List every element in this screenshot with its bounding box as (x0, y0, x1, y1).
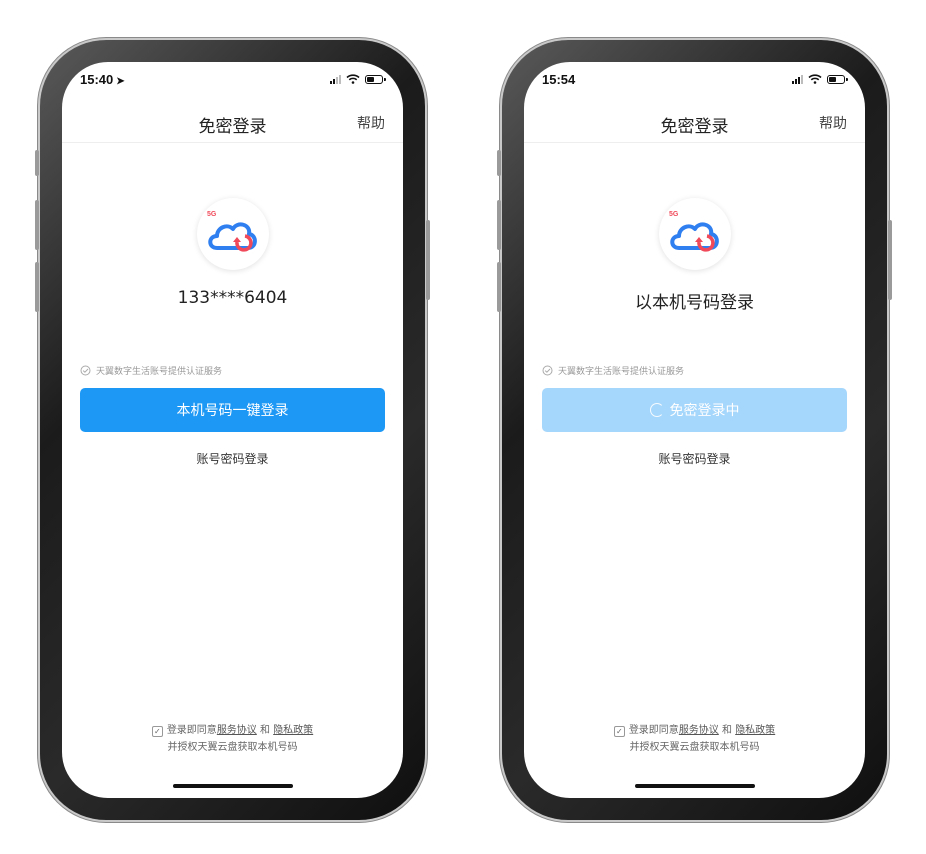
cloud-logo-icon: 5G (207, 211, 257, 252)
service-agreement-link[interactable]: 服务协议 (679, 725, 719, 736)
agreement-notice: ✓ 登录即同意服务协议 和 隐私政策 并授权天翼云盘获取本机号码 (62, 722, 403, 756)
volume-down-button (497, 262, 501, 312)
login-with-number-title: 以本机号码登录 (635, 293, 754, 313)
help-link[interactable]: 帮助 (819, 113, 847, 133)
home-indicator[interactable] (172, 784, 293, 788)
authorize-text: 并授权天翼云盘获取本机号码 (167, 742, 298, 753)
cellular-signal-icon (792, 74, 803, 84)
one-click-login-button[interactable]: 本机号码一键登录 (80, 388, 385, 432)
power-button (888, 220, 892, 300)
wifi-icon (346, 74, 360, 84)
privacy-policy-link[interactable]: 隐私政策 (735, 725, 775, 736)
provider-notice: 天翼数字生活账号提供认证服务 (542, 364, 684, 377)
home-indicator[interactable] (634, 784, 755, 788)
provider-notice: 天翼数字生活账号提供认证服务 (80, 364, 222, 377)
page-title: 免密登录 (660, 117, 729, 137)
agree-prefix: 登录即同意 (628, 725, 679, 736)
location-arrow-icon: ➤ (116, 76, 125, 87)
agree-prefix: 登录即同意 (166, 725, 217, 736)
battery-icon (365, 74, 386, 84)
status-time: 15:40 ➤ (80, 72, 125, 87)
password-login-link[interactable]: 账号密码登录 (524, 450, 865, 467)
nav-bar: 免密登录 帮助 (62, 102, 403, 143)
one-click-login-label: 本机号码一键登录 (176, 403, 289, 419)
nav-bar: 免密登录 帮助 (524, 102, 865, 143)
cloud-logo-icon: 5G (669, 211, 719, 252)
logo-badge: 5G (207, 211, 217, 218)
app-logo: 5G (658, 198, 731, 270)
shield-check-icon (542, 365, 553, 376)
one-click-login-button-loading[interactable]: 免密登录中 (542, 388, 847, 432)
app-logo: 5G (196, 198, 269, 270)
and-text: 和 (260, 725, 270, 736)
status-bar: 15:54 (524, 62, 865, 102)
authorize-text: 并授权天翼云盘获取本机号码 (629, 742, 760, 753)
agreement-notice: ✓ 登录即同意服务协议 和 隐私政策 并授权天翼云盘获取本机号码 (524, 722, 865, 756)
phone-frame-left: 15:40 ➤ 免密登录 帮助 5G 133****6404 天翼数字生活账号提供… (35, 40, 430, 820)
mute-switch (35, 150, 39, 176)
cellular-signal-icon (330, 74, 341, 84)
privacy-policy-link[interactable]: 隐私政策 (273, 725, 313, 736)
and-text: 和 (722, 725, 732, 736)
volume-up-button (497, 200, 501, 250)
agree-checkbox[interactable]: ✓ (151, 726, 163, 737)
wifi-icon (808, 74, 822, 84)
provider-text: 天翼数字生活账号提供认证服务 (558, 367, 685, 377)
volume-down-button (35, 262, 39, 312)
power-button (426, 220, 430, 300)
status-time: 15:54 (542, 72, 576, 87)
status-icons (792, 74, 848, 84)
password-login-link[interactable]: 账号密码登录 (62, 450, 403, 467)
screen-left: 15:40 ➤ 免密登录 帮助 5G 133****6404 天翼数字生活账号提供… (62, 62, 403, 798)
loading-spinner-icon (649, 403, 664, 417)
one-click-login-label: 免密登录中 (669, 403, 740, 419)
help-link[interactable]: 帮助 (357, 113, 385, 133)
mute-switch (497, 150, 501, 176)
masked-phone-number: 133****6404 (177, 288, 288, 308)
shield-check-icon (80, 365, 91, 376)
status-bar: 15:40 ➤ (62, 62, 403, 102)
phone-frame-right: 15:54 免密登录 帮助 5G 以本机号码登录 天翼数字生活账号提供认证服务 (497, 40, 892, 820)
status-icons (330, 74, 386, 84)
volume-up-button (35, 200, 39, 250)
provider-text: 天翼数字生活账号提供认证服务 (96, 367, 223, 377)
logo-badge: 5G (669, 211, 679, 218)
page-title: 免密登录 (198, 117, 267, 137)
screen-right: 15:54 免密登录 帮助 5G 以本机号码登录 天翼数字生活账号提供认证服务 (524, 62, 865, 798)
service-agreement-link[interactable]: 服务协议 (217, 725, 257, 736)
battery-icon (827, 74, 848, 84)
agree-checkbox[interactable]: ✓ (613, 726, 625, 737)
